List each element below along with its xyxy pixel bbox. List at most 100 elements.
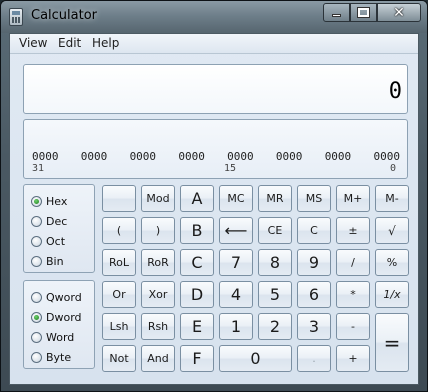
lsh-button[interactable]: Lsh xyxy=(102,313,136,340)
close-button[interactable]: ✕ xyxy=(377,3,421,22)
maximize-button[interactable] xyxy=(350,3,377,22)
radio-byte-indicator[interactable] xyxy=(31,352,42,363)
or-button[interactable]: Or xyxy=(102,281,136,308)
equals-button[interactable]: = xyxy=(375,313,409,372)
radio-bin[interactable]: Bin xyxy=(31,255,64,268)
mod-button[interactable]: Mod xyxy=(141,185,175,212)
radio-hex[interactable]: Hex xyxy=(31,195,67,208)
bit-group[interactable]: 0000 xyxy=(130,150,157,163)
add-button[interactable]: + xyxy=(336,345,370,372)
percent-button[interactable]: % xyxy=(375,249,409,276)
radio-word-label: Word xyxy=(46,331,75,344)
number-base-group: Hex Dec Oct Bin xyxy=(23,184,95,273)
digit-2-button[interactable]: 2 xyxy=(258,313,292,340)
digit-6-button[interactable]: 6 xyxy=(297,281,331,308)
open-paren-button[interactable]: ( xyxy=(102,217,136,244)
bit-group[interactable]: 0000 xyxy=(81,150,108,163)
radio-dword[interactable]: Dword xyxy=(31,311,82,324)
radio-hex-indicator[interactable] xyxy=(31,196,42,207)
reciprocal-button[interactable]: 1/x xyxy=(375,281,409,308)
backspace-button[interactable]: ⟵ xyxy=(219,217,253,244)
minimize-button[interactable] xyxy=(323,3,350,22)
digit-7-button[interactable]: 7 xyxy=(219,249,253,276)
radio-dec-indicator[interactable] xyxy=(31,216,42,227)
m-minus-button[interactable]: M- xyxy=(375,185,409,212)
bit-position-31: 31 xyxy=(32,163,45,174)
ce-button[interactable]: CE xyxy=(258,217,292,244)
minimize-icon xyxy=(332,14,341,17)
calculator-window: Calculator ✕ View Edit Help 0 0000 0000 … xyxy=(0,0,428,392)
close-icon: ✕ xyxy=(393,4,405,21)
radio-hex-label: Hex xyxy=(46,195,68,208)
bit-group[interactable]: 0000 xyxy=(373,150,400,163)
display-value: 0 xyxy=(388,79,402,104)
bit-group[interactable]: 0000 xyxy=(276,150,303,163)
digit-1-button[interactable]: 1 xyxy=(219,313,253,340)
bit-group[interactable]: 0000 xyxy=(32,150,59,163)
digit-0-button[interactable]: 0 xyxy=(219,345,292,372)
hex-c-button[interactable]: C xyxy=(180,249,214,276)
close-paren-button[interactable]: ) xyxy=(141,217,175,244)
hex-a-button[interactable]: A xyxy=(180,185,214,212)
radio-qword[interactable]: Qword xyxy=(31,291,82,304)
plus-minus-button[interactable]: ± xyxy=(336,217,370,244)
menu-edit[interactable]: Edit xyxy=(55,36,84,50)
bit-group[interactable]: 0000 xyxy=(227,150,254,163)
radio-word[interactable]: Word xyxy=(31,331,74,344)
radio-byte-label: Byte xyxy=(46,351,72,364)
rol-button[interactable]: RoL xyxy=(102,249,136,276)
blank-key xyxy=(102,185,136,212)
radio-dec-label: Dec xyxy=(46,215,68,228)
hex-d-button[interactable]: D xyxy=(180,281,214,308)
calculator-app-icon xyxy=(9,8,23,26)
and-button[interactable]: And xyxy=(141,345,175,372)
digit-3-button[interactable]: 3 xyxy=(297,313,331,340)
decimal-button[interactable]: . xyxy=(297,345,331,372)
mc-button[interactable]: MC xyxy=(219,185,253,212)
menu-help[interactable]: Help xyxy=(89,36,122,50)
radio-oct[interactable]: Oct xyxy=(31,235,65,248)
digit-8-button[interactable]: 8 xyxy=(258,249,292,276)
radio-word-indicator[interactable] xyxy=(31,332,42,343)
menu-bar: View Edit Help xyxy=(10,34,418,54)
digit-9-button[interactable]: 9 xyxy=(297,249,331,276)
ror-button[interactable]: RoR xyxy=(141,249,175,276)
radio-dec[interactable]: Dec xyxy=(31,215,67,228)
result-display: 0 xyxy=(23,64,408,114)
title-bar[interactable]: Calculator ✕ xyxy=(1,1,427,33)
clear-button[interactable]: C xyxy=(297,217,331,244)
radio-byte[interactable]: Byte xyxy=(31,351,71,364)
bit-groups: 0000 0000 0000 0000 0000 0000 0000 0000 xyxy=(32,150,400,163)
radio-dword-indicator[interactable] xyxy=(31,312,42,323)
not-button[interactable]: Not xyxy=(102,345,136,372)
xor-button[interactable]: Xor xyxy=(141,281,175,308)
radio-bin-label: Bin xyxy=(46,255,64,268)
word-size-group: Qword Dword Word Byte xyxy=(23,280,95,369)
rsh-button[interactable]: Rsh xyxy=(141,313,175,340)
bit-group[interactable]: 0000 xyxy=(178,150,205,163)
menu-view[interactable]: View xyxy=(16,36,50,50)
bit-group[interactable]: 0000 xyxy=(325,150,352,163)
radio-oct-indicator[interactable] xyxy=(31,236,42,247)
bit-position-15: 15 xyxy=(224,163,237,174)
bit-position-0: 0 xyxy=(390,163,397,174)
multiply-button[interactable]: * xyxy=(336,281,370,308)
calculator-client-area: View Edit Help 0 0000 0000 0000 0000 000… xyxy=(9,33,419,385)
divide-button[interactable]: / xyxy=(336,249,370,276)
radio-qword-indicator[interactable] xyxy=(31,292,42,303)
hex-f-button[interactable]: F xyxy=(180,345,214,372)
hex-b-button[interactable]: B xyxy=(180,217,214,244)
digit-5-button[interactable]: 5 xyxy=(258,281,292,308)
maximize-icon xyxy=(357,7,370,18)
caption-buttons: ✕ xyxy=(323,3,421,22)
subtract-button[interactable]: - xyxy=(336,313,370,340)
m-plus-button[interactable]: M+ xyxy=(336,185,370,212)
digit-4-button[interactable]: 4 xyxy=(219,281,253,308)
window-title: Calculator xyxy=(31,8,98,23)
radio-bin-indicator[interactable] xyxy=(31,256,42,267)
radio-oct-label: Oct xyxy=(46,235,66,248)
hex-e-button[interactable]: E xyxy=(180,313,214,340)
ms-button[interactable]: MS xyxy=(297,185,331,212)
sqrt-button[interactable]: √ xyxy=(375,217,409,244)
mr-button[interactable]: MR xyxy=(258,185,292,212)
